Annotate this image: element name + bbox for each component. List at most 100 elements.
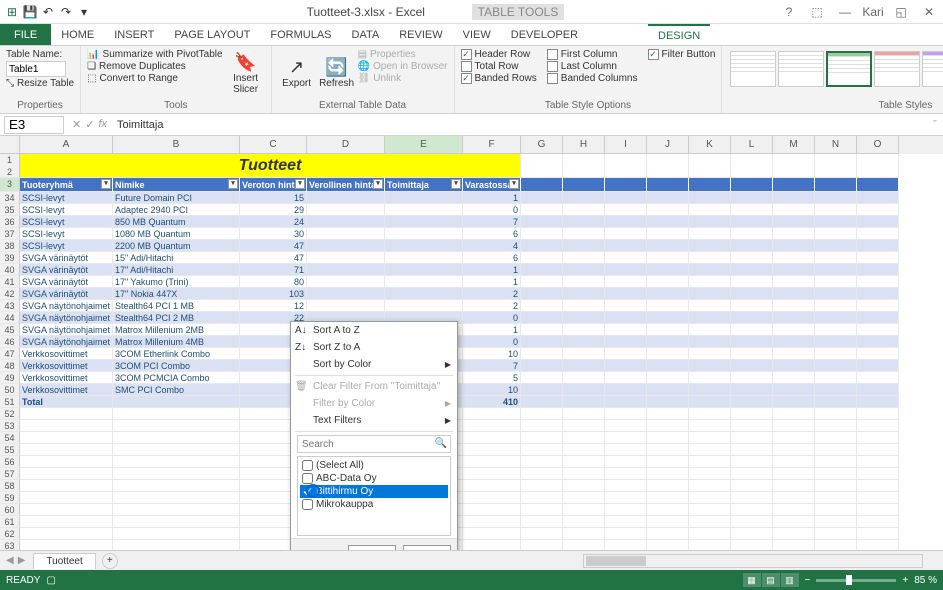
cell[interactable]	[689, 252, 731, 264]
cell[interactable]	[307, 228, 385, 240]
cell[interactable]	[773, 504, 815, 516]
cell[interactable]	[647, 288, 689, 300]
total-row-check[interactable]: Total Row	[461, 61, 537, 72]
cell[interactable]	[731, 444, 773, 456]
cell[interactable]	[521, 492, 563, 504]
cell[interactable]	[647, 216, 689, 228]
cell[interactable]	[563, 154, 605, 178]
col-header-E[interactable]: E	[385, 136, 463, 154]
table-styles-gallery[interactable]: ▲ ▼ ▾	[728, 49, 943, 89]
cell[interactable]	[857, 456, 899, 468]
cell[interactable]	[113, 480, 240, 492]
cell[interactable]: Total	[20, 396, 113, 408]
cell[interactable]	[857, 408, 899, 420]
cell[interactable]	[20, 444, 113, 456]
row-header[interactable]: 54	[0, 432, 20, 444]
cell[interactable]: Veroton hinta▾	[240, 178, 307, 192]
cell[interactable]: 1	[463, 276, 521, 288]
cell[interactable]	[521, 528, 563, 540]
cell[interactable]	[563, 480, 605, 492]
cell[interactable]: 17" Yakumo (Trini)	[113, 276, 240, 288]
cell[interactable]	[857, 360, 899, 372]
cell[interactable]	[731, 216, 773, 228]
cell[interactable]	[113, 540, 240, 550]
cell[interactable]	[731, 384, 773, 396]
cell[interactable]	[689, 540, 731, 550]
cell[interactable]	[563, 420, 605, 432]
cell[interactable]	[689, 468, 731, 480]
cell[interactable]	[521, 444, 563, 456]
cell[interactable]	[689, 324, 731, 336]
row-header[interactable]: 50	[0, 384, 20, 396]
first-col-check[interactable]: First Column	[547, 49, 638, 60]
cell[interactable]: 410	[463, 396, 521, 408]
banded-cols-check[interactable]: Banded Columns	[547, 73, 638, 84]
cell[interactable]	[773, 300, 815, 312]
cell[interactable]	[647, 396, 689, 408]
cell[interactable]	[521, 348, 563, 360]
cell[interactable]	[731, 154, 773, 178]
cell[interactable]	[563, 360, 605, 372]
cell[interactable]	[815, 252, 857, 264]
cell[interactable]	[605, 540, 647, 550]
cell[interactable]	[689, 154, 731, 178]
cell[interactable]	[605, 456, 647, 468]
cell[interactable]	[605, 252, 647, 264]
cell[interactable]	[857, 312, 899, 324]
cell[interactable]	[463, 492, 521, 504]
cancel-formula-icon[interactable]: ✕	[72, 118, 81, 131]
cell[interactable]: 6	[463, 228, 521, 240]
cell[interactable]	[731, 264, 773, 276]
undo-icon[interactable]: ↶	[40, 4, 56, 20]
cell[interactable]	[113, 408, 240, 420]
cell[interactable]	[773, 312, 815, 324]
cell[interactable]	[307, 216, 385, 228]
cell[interactable]	[521, 264, 563, 276]
cell[interactable]	[20, 432, 113, 444]
cell[interactable]	[521, 504, 563, 516]
cell[interactable]	[815, 324, 857, 336]
cell[interactable]	[815, 420, 857, 432]
cell[interactable]: SCSI-levyt	[20, 216, 113, 228]
filter-button[interactable]: ▾	[295, 179, 305, 189]
col-header-D[interactable]: D	[307, 136, 385, 154]
cell[interactable]	[815, 528, 857, 540]
cell[interactable]	[563, 384, 605, 396]
sheet-nav-first-icon[interactable]: ◀	[6, 555, 14, 566]
cell[interactable]	[815, 312, 857, 324]
cell[interactable]: Matrox Millenium 4MB	[113, 336, 240, 348]
summarize-pivot-button[interactable]: 📊Summarize with PivotTable	[87, 49, 223, 60]
cell[interactable]: Stealth64 PCI 2 MB	[113, 312, 240, 324]
cell[interactable]	[647, 276, 689, 288]
cell[interactable]: 2200 MB Quantum	[113, 240, 240, 252]
cell[interactable]: Verollinen hinta▾	[307, 178, 385, 192]
cell[interactable]: Verkkosovittimet	[20, 360, 113, 372]
cell[interactable]: 7	[463, 216, 521, 228]
cell[interactable]	[307, 276, 385, 288]
cell[interactable]	[773, 324, 815, 336]
cell[interactable]	[605, 372, 647, 384]
header-row-check[interactable]: Header Row	[461, 49, 537, 60]
cell[interactable]	[521, 228, 563, 240]
tab-design[interactable]: DESIGN	[648, 24, 710, 45]
cell[interactable]	[731, 396, 773, 408]
sort-color-item[interactable]: Sort by Color▶	[291, 356, 457, 373]
cell[interactable]	[689, 360, 731, 372]
row-header[interactable]: 12	[0, 154, 20, 178]
cell[interactable]: 17" Nokia 447X	[113, 288, 240, 300]
cell[interactable]	[731, 348, 773, 360]
cell[interactable]	[605, 444, 647, 456]
cell[interactable]	[563, 504, 605, 516]
enter-formula-icon[interactable]: ✓	[85, 118, 94, 131]
tab-developer[interactable]: DEVELOPER	[501, 24, 588, 45]
cell[interactable]	[689, 336, 731, 348]
cell[interactable]	[463, 444, 521, 456]
cell[interactable]	[857, 480, 899, 492]
tab-pagelayout[interactable]: PAGE LAYOUT	[164, 24, 260, 45]
cell[interactable]: 71	[240, 264, 307, 276]
cell[interactable]	[731, 540, 773, 550]
cell[interactable]	[815, 468, 857, 480]
cell[interactable]	[773, 384, 815, 396]
row-header[interactable]: 57	[0, 468, 20, 480]
cell[interactable]	[563, 178, 605, 192]
